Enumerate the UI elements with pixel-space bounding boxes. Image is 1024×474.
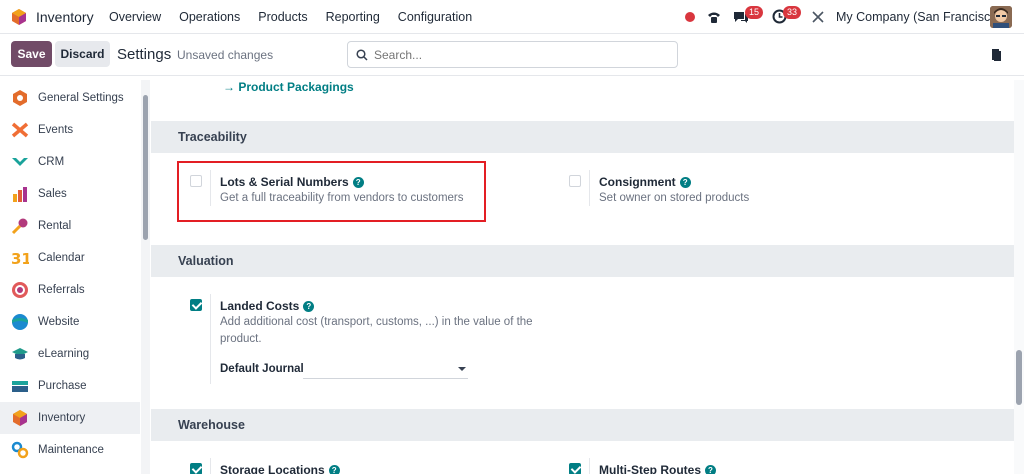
help-icon[interactable]: ? <box>303 301 315 312</box>
consignment-checkbox[interactable] <box>569 175 581 187</box>
landed-costs-description: Add additional cost (transport, customs,… <box>220 316 533 345</box>
sidebar-item-website[interactable]: Website <box>0 306 140 338</box>
elearning-icon <box>12 348 28 360</box>
activity-badge: 33 <box>783 6 802 19</box>
section-valuation: Valuation <box>151 245 1014 277</box>
sidebar-item-inventory[interactable]: Inventory <box>0 402 140 434</box>
consignment-title: Consignment? <box>599 175 691 189</box>
menu-reporting[interactable]: Reporting <box>326 10 380 24</box>
debug-tools-icon[interactable] <box>811 10 825 24</box>
sidebar-item-events[interactable]: Events <box>0 114 140 146</box>
sidebar-item-label: Inventory <box>38 412 86 424</box>
sidebar-item-label: eLearning <box>38 348 90 360</box>
landed-costs-checkbox[interactable] <box>190 299 202 311</box>
multi-step-routes-checkbox[interactable] <box>569 463 581 474</box>
consignment-description: Set owner on stored products <box>599 192 750 204</box>
search-box[interactable] <box>347 41 678 68</box>
default-journal-label: Default Journal <box>220 363 304 375</box>
sidebar-item-label: Events <box>38 124 74 136</box>
app-name[interactable]: Inventory <box>36 9 94 25</box>
menu-operations[interactable]: Operations <box>179 10 240 24</box>
sidebar-item-crm[interactable]: CRM <box>0 146 140 178</box>
arrow-right-icon: → <box>223 80 239 94</box>
unsaved-status: Unsaved changes <box>177 48 274 62</box>
landed-costs-title: Landed Costs? <box>220 299 315 313</box>
highlight-box <box>177 161 486 222</box>
sidebar-item-label: Purchase <box>38 380 87 392</box>
inventory-app-icon[interactable] <box>10 8 28 26</box>
sidebar-item-maintenance[interactable]: Maintenance <box>0 434 140 466</box>
documentation-icon[interactable] <box>990 48 1002 62</box>
multi-step-routes-title: Multi-Step Routes? <box>599 463 716 474</box>
menu-configuration[interactable]: Configuration <box>398 10 472 24</box>
sidebar-item-label: Rental <box>38 220 72 232</box>
storage-locations-title: Storage Locations? <box>220 463 340 474</box>
top-navbar: Inventory Overview Operations Products R… <box>0 0 1024 34</box>
general-settings-icon <box>13 90 27 106</box>
maintenance-icon <box>11 441 29 459</box>
sidebar-item-label: Sales <box>38 188 67 200</box>
inventory-icon <box>13 410 27 426</box>
divider <box>210 458 211 474</box>
events-icon <box>11 122 29 138</box>
default-journal-select[interactable] <box>303 360 468 379</box>
company-switcher[interactable]: My Company (San Francisco) <box>836 10 1001 24</box>
content-scrollbar[interactable] <box>1014 80 1024 474</box>
settings-content: → Product Packagings Traceability Lots &… <box>151 80 1014 474</box>
sidebar-scrollbar[interactable] <box>141 80 150 474</box>
sidebar-item-label: Calendar <box>38 252 85 264</box>
storage-locations-checkbox[interactable] <box>190 463 202 474</box>
chat-badge: 15 <box>745 6 764 19</box>
product-packagings-link[interactable]: → Product Packagings <box>223 80 354 94</box>
sidebar-item-label: Website <box>38 316 80 328</box>
divider <box>210 294 211 384</box>
rental-icon <box>11 218 28 235</box>
section-warehouse: Warehouse <box>151 409 1014 441</box>
discard-button[interactable]: Discard <box>55 41 110 67</box>
save-button[interactable]: Save <box>11 41 52 67</box>
help-icon[interactable]: ? <box>679 177 691 188</box>
sidebar-item-label: CRM <box>38 156 65 168</box>
sidebar-item-rental[interactable]: Rental <box>0 210 140 242</box>
section-traceability: Traceability <box>151 121 1014 153</box>
sidebar-item-label: Maintenance <box>38 444 104 456</box>
help-icon[interactable]: ? <box>328 465 340 474</box>
phone-icon[interactable] <box>706 9 722 25</box>
sidebar-item-label: General Settings <box>38 92 124 104</box>
recording-dot-icon[interactable] <box>685 12 695 22</box>
section-title: Warehouse <box>178 418 245 432</box>
sidebar-item-label: Referrals <box>38 284 85 296</box>
referrals-icon <box>12 282 28 298</box>
sidebar-item-sales[interactable]: Sales <box>0 178 140 210</box>
section-title: Traceability <box>178 130 247 144</box>
divider <box>589 170 590 206</box>
search-input[interactable] <box>374 47 654 62</box>
menu-overview[interactable]: Overview <box>109 10 161 24</box>
crm-icon <box>12 158 28 166</box>
section-title: Valuation <box>178 254 234 268</box>
divider <box>589 458 590 474</box>
sidebar-item-referrals[interactable]: Referrals <box>0 274 140 306</box>
website-icon <box>12 314 28 330</box>
help-icon[interactable]: ? <box>705 465 716 474</box>
sidebar-item-purchase[interactable]: Purchase <box>0 370 140 402</box>
main-menu: Overview Operations Products Reporting C… <box>109 10 490 24</box>
sidebar-item-elearning[interactable]: eLearning <box>0 338 140 370</box>
svg-text:31: 31 <box>11 250 29 267</box>
calendar-icon: 31 <box>11 250 29 267</box>
menu-products[interactable]: Products <box>258 10 307 24</box>
sidebar-item-calendar[interactable]: 31 Calendar <box>0 242 140 274</box>
page-title: Settings <box>117 46 172 63</box>
user-avatar[interactable] <box>990 6 1012 28</box>
sales-icon <box>13 187 27 202</box>
search-icon <box>356 48 368 61</box>
chevron-down-icon <box>458 367 466 371</box>
purchase-icon <box>12 381 28 392</box>
sidebar-item-general-settings[interactable]: General Settings <box>0 82 140 114</box>
settings-sidebar: General Settings Events CRM Sales Rental… <box>0 80 140 474</box>
